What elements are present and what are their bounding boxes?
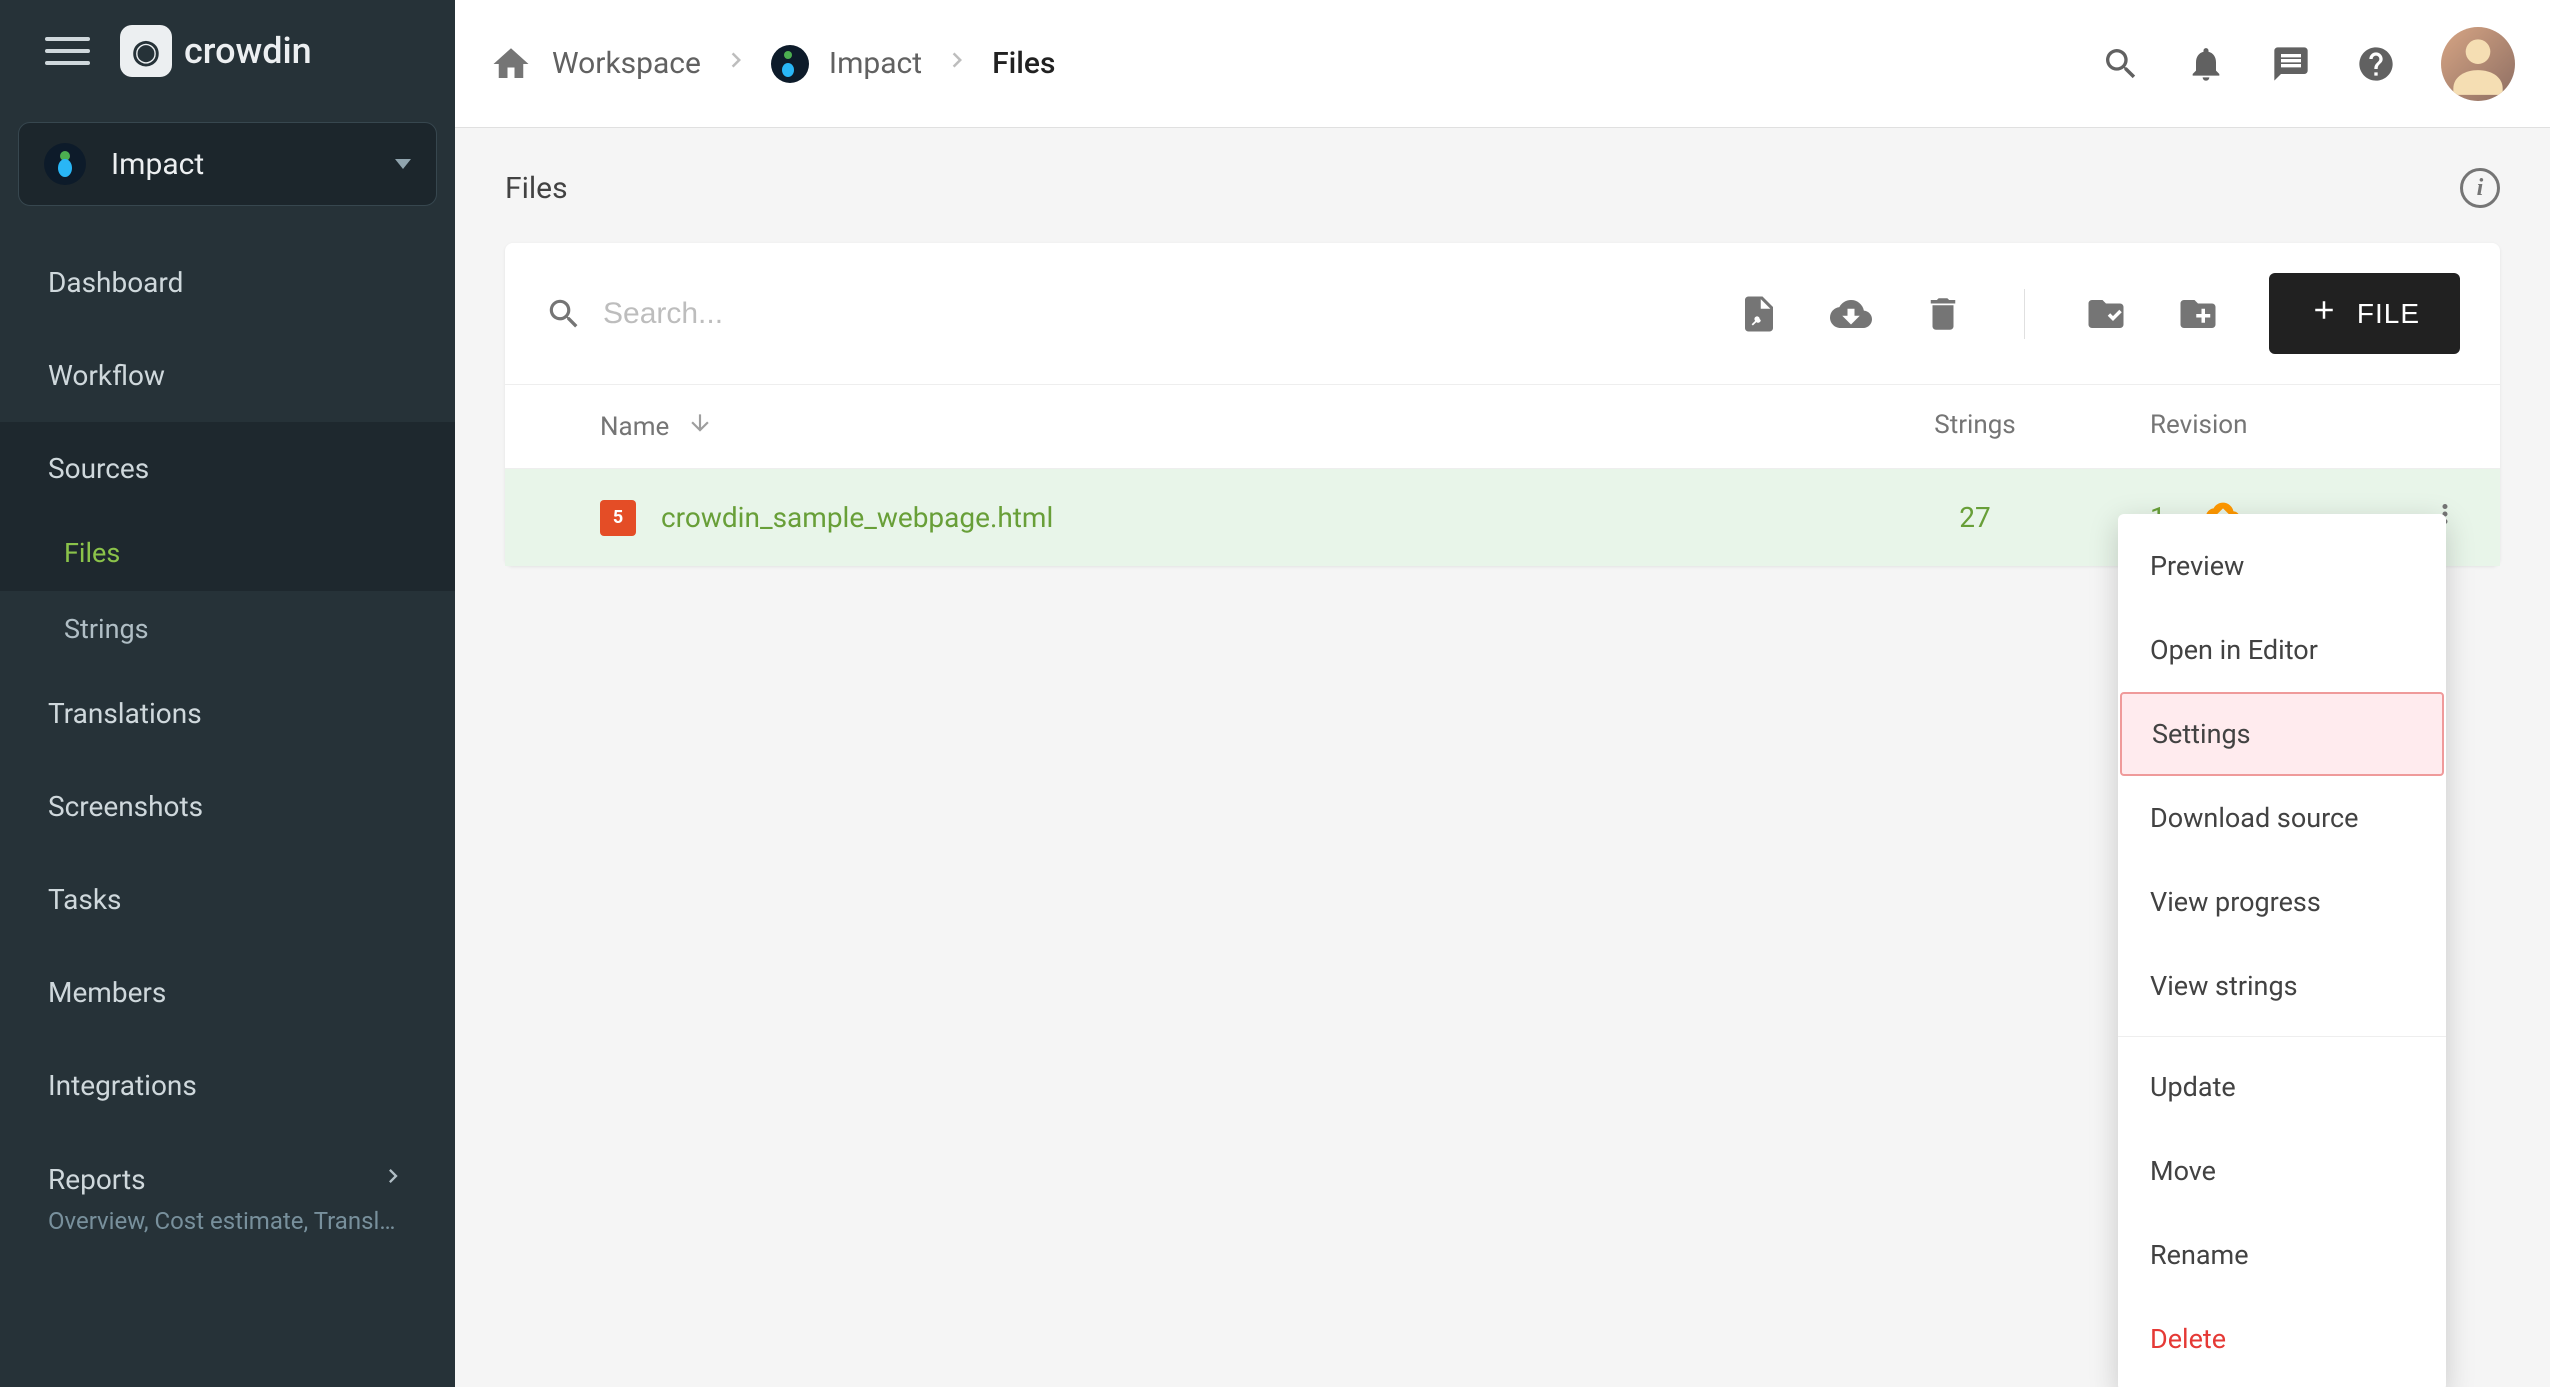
column-revision[interactable]: Revision bbox=[2100, 410, 2450, 443]
sidebar-item-screenshots[interactable]: Screenshots bbox=[0, 760, 455, 853]
sidebar-subitem-strings[interactable]: Strings bbox=[0, 591, 455, 667]
table-header: Name Strings Revision bbox=[505, 385, 2500, 469]
chevron-right-icon bbox=[379, 1162, 407, 1197]
sidebar-header: ◉ crowdin bbox=[0, 0, 455, 102]
project-avatar-icon bbox=[771, 45, 809, 83]
search-icon[interactable] bbox=[2101, 44, 2141, 84]
chat-icon[interactable] bbox=[2271, 44, 2311, 84]
sidebar-item-integrations[interactable]: Integrations bbox=[0, 1039, 455, 1132]
user-avatar[interactable] bbox=[2441, 27, 2515, 101]
sort-down-icon bbox=[687, 410, 713, 443]
tool-icons: FILE bbox=[1738, 273, 2460, 354]
html-file-icon: 5 bbox=[600, 500, 636, 536]
search-icon bbox=[545, 295, 583, 333]
project-name: Impact bbox=[111, 147, 370, 182]
file-name[interactable]: crowdin_sample_webpage.html bbox=[661, 501, 1850, 534]
sidebar-item-members[interactable]: Members bbox=[0, 946, 455, 1039]
file-button-label: FILE bbox=[2357, 298, 2420, 330]
file-strings: 27 bbox=[1850, 501, 2100, 534]
topbar-actions bbox=[2101, 27, 2515, 101]
logo-mark: ◉ bbox=[120, 25, 172, 77]
sidebar-subitem-files[interactable]: Files bbox=[0, 515, 455, 591]
breadcrumb-workspace[interactable]: Workspace bbox=[552, 46, 701, 81]
files-toolbar: FILE bbox=[505, 243, 2500, 385]
trash-icon[interactable] bbox=[1922, 293, 1964, 335]
breadcrumb-current: Files bbox=[992, 46, 1055, 81]
brand-text: crowdin bbox=[184, 30, 312, 72]
sidebar-item-reports[interactable]: Reports bbox=[0, 1132, 455, 1207]
menu-preview[interactable]: Preview bbox=[2118, 524, 2446, 608]
plus-icon bbox=[2309, 295, 2339, 332]
column-name[interactable]: Name bbox=[600, 410, 1850, 443]
chevron-right-icon bbox=[721, 45, 751, 83]
menu-view-strings[interactable]: View strings bbox=[2118, 944, 2446, 1028]
chevron-right-icon bbox=[942, 45, 972, 83]
reports-subtitle: Overview, Cost estimate, Transl… bbox=[0, 1207, 455, 1260]
sidebar: ◉ crowdin Impact Dashboard Workflow Sour… bbox=[0, 0, 455, 1387]
menu-divider bbox=[2118, 1036, 2446, 1037]
sidebar-item-workflow[interactable]: Workflow bbox=[0, 329, 455, 422]
menu-download-source[interactable]: Download source bbox=[2118, 776, 2446, 860]
help-icon[interactable] bbox=[2356, 44, 2396, 84]
bell-icon[interactable] bbox=[2186, 44, 2226, 84]
project-selector[interactable]: Impact bbox=[18, 122, 437, 206]
folder-add-icon[interactable] bbox=[2177, 293, 2219, 335]
breadcrumb: Workspace Impact Files bbox=[490, 43, 1055, 85]
menu-view-progress[interactable]: View progress bbox=[2118, 860, 2446, 944]
cloud-download-icon[interactable] bbox=[1830, 293, 1872, 335]
page-title: Files bbox=[505, 171, 568, 206]
info-icon[interactable]: i bbox=[2460, 168, 2500, 208]
menu-open-editor[interactable]: Open in Editor bbox=[2118, 608, 2446, 692]
topbar: Workspace Impact Files bbox=[455, 0, 2550, 128]
breadcrumb-project[interactable]: Impact bbox=[829, 46, 922, 81]
divider bbox=[2024, 289, 2025, 339]
menu-rename[interactable]: Rename bbox=[2118, 1213, 2446, 1297]
page-search-icon[interactable] bbox=[1738, 293, 1780, 335]
sidebar-item-tasks[interactable]: Tasks bbox=[0, 853, 455, 946]
sidebar-item-dashboard[interactable]: Dashboard bbox=[0, 236, 455, 329]
sidebar-item-label: Reports bbox=[48, 1163, 146, 1196]
sidebar-item-sources[interactable]: Sources bbox=[0, 422, 455, 515]
page-header: Files i bbox=[505, 168, 2500, 208]
chevron-down-icon bbox=[395, 159, 411, 169]
folder-branch-icon[interactable] bbox=[2085, 293, 2127, 335]
search-wrap bbox=[545, 295, 1718, 333]
project-avatar-icon bbox=[44, 143, 86, 185]
menu-settings[interactable]: Settings bbox=[2120, 692, 2444, 776]
menu-update[interactable]: Update bbox=[2118, 1045, 2446, 1129]
context-menu: Preview Open in Editor Settings Download… bbox=[2118, 514, 2446, 1387]
home-icon[interactable] bbox=[490, 43, 532, 85]
menu-delete[interactable]: Delete bbox=[2118, 1297, 2446, 1381]
add-file-button[interactable]: FILE bbox=[2269, 273, 2460, 354]
logo[interactable]: ◉ crowdin bbox=[120, 25, 312, 77]
column-strings[interactable]: Strings bbox=[1850, 410, 2100, 443]
hamburger-icon[interactable] bbox=[45, 29, 90, 74]
search-input[interactable] bbox=[603, 297, 1718, 331]
sidebar-item-translations[interactable]: Translations bbox=[0, 667, 455, 760]
menu-move[interactable]: Move bbox=[2118, 1129, 2446, 1213]
